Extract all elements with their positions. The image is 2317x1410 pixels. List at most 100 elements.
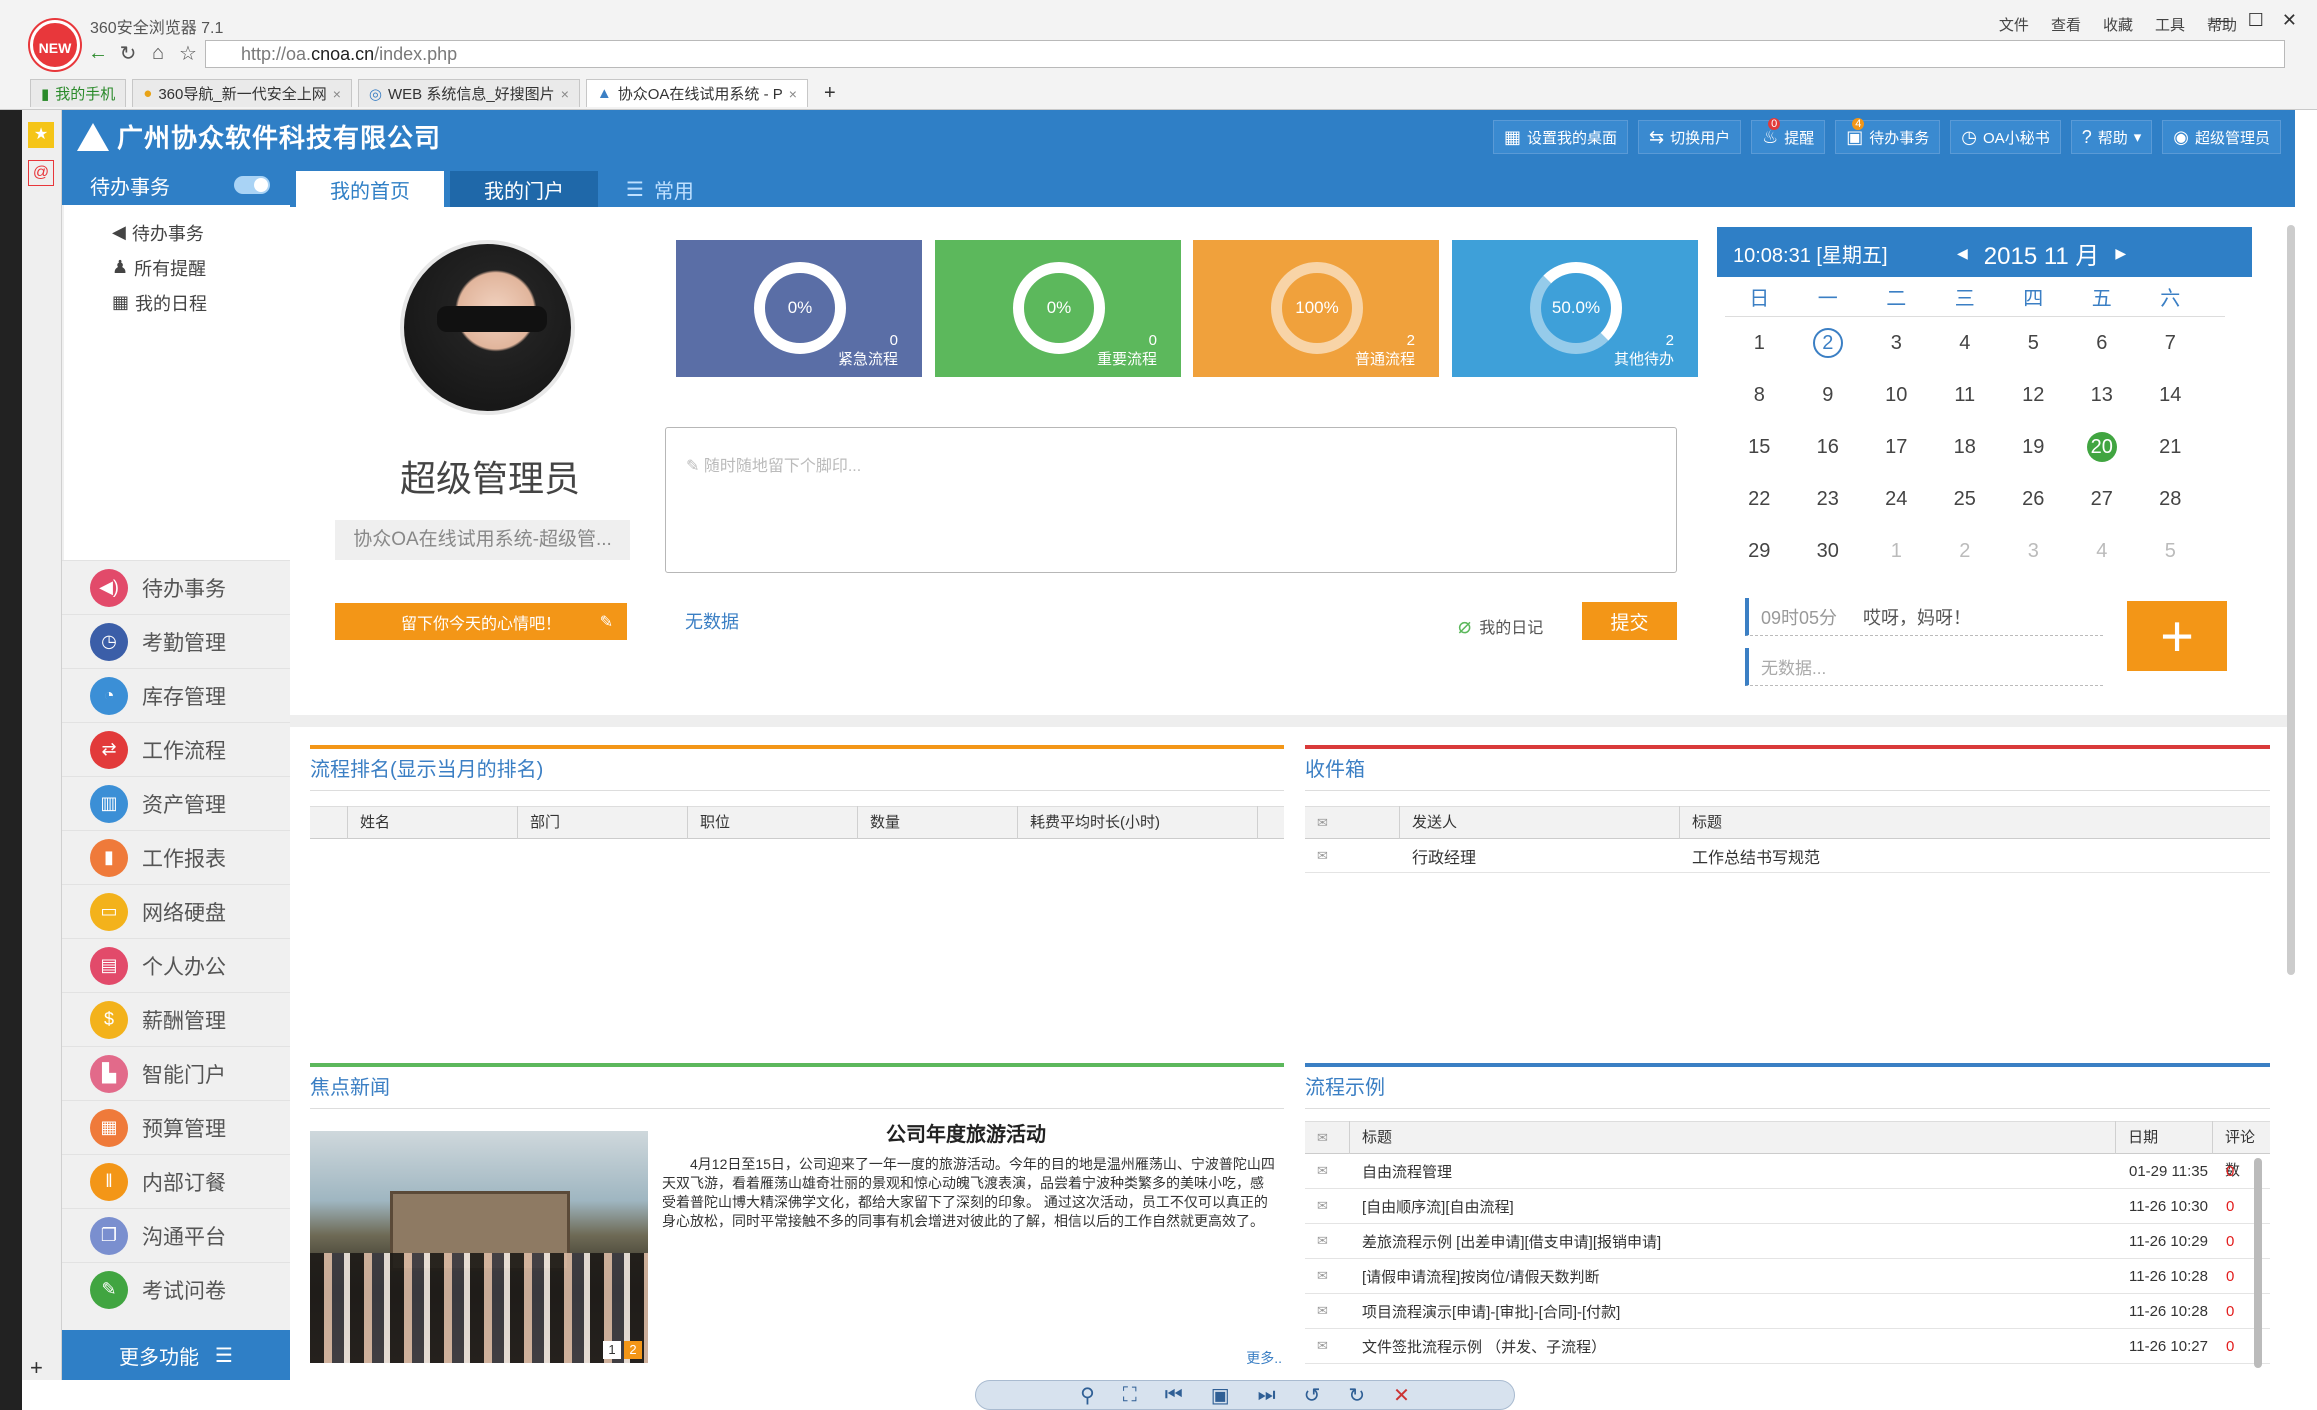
last-page-icon[interactable]: ⏭ <box>1258 1384 1276 1407</box>
sidebar-item[interactable]: ▤ 个人办公 <box>62 938 290 992</box>
menu-favorites[interactable]: 收藏 <box>2103 14 2133 35</box>
minimize-icon[interactable]: — <box>2212 10 2230 31</box>
calendar-day[interactable]: 13 <box>2068 380 2137 410</box>
calendar-day[interactable]: 16 <box>1794 432 1863 462</box>
calendar-day[interactable]: 14 <box>2136 380 2205 410</box>
calendar-day[interactable]: 4 <box>2068 536 2137 566</box>
flow-title[interactable]: 文件签批流程示例 （并发、子流程） <box>1350 1336 2117 1357</box>
sidebar-toggle[interactable] <box>234 176 270 194</box>
back-icon[interactable]: ← <box>85 40 111 66</box>
calendar-day[interactable]: 25 <box>1931 484 2000 514</box>
maximize-icon[interactable]: ☐ <box>2248 10 2264 31</box>
stat-tile[interactable]: 50.0% 2 其他待办 <box>1452 240 1698 377</box>
calendar-day[interactable]: 7 <box>2136 328 2205 358</box>
calendar-day[interactable]: 30 <box>1794 536 1863 566</box>
news-more-link[interactable]: 更多.. <box>1246 1348 1282 1368</box>
table-row[interactable]: ✉ 行政经理 工作总结书写规范 <box>1305 839 2270 873</box>
calendar-day[interactable]: 11 <box>1931 380 2000 410</box>
add-memo-button[interactable]: + <box>2127 601 2227 671</box>
calendar-day[interactable]: 27 <box>2068 484 2137 514</box>
close-icon[interactable]: ✕ <box>1393 1383 1410 1408</box>
sidebar-item[interactable]: $ 薪酬管理 <box>62 992 290 1046</box>
menu-file[interactable]: 文件 <box>1999 14 2029 35</box>
my-diary-link[interactable]: ⌀ 我的日记 <box>1458 613 1543 639</box>
tab-common[interactable]: ☰ 常用 <box>598 171 728 207</box>
browser-tab-phone[interactable]: ▮ 我的手机 <box>30 79 127 107</box>
calendar-day[interactable]: 10 <box>1862 380 1931 410</box>
col-duration[interactable]: 耗费平均时长(小时) <box>1018 806 1258 839</box>
calendar-day[interactable]: 22 <box>1725 484 1794 514</box>
calendar-day[interactable]: 18 <box>1931 432 2000 462</box>
col-sender[interactable]: 发送人 <box>1400 806 1680 839</box>
browser-tab-web[interactable]: ◎ WEB 系统信息_好搜图片 × <box>357 79 580 107</box>
sidebar-item[interactable]: ❐ 沟通平台 <box>62 1208 290 1262</box>
calendar-day[interactable]: 15 <box>1725 432 1794 462</box>
calendar-day[interactable]: 12 <box>1999 380 2068 410</box>
menu-view[interactable]: 查看 <box>2051 14 2081 35</box>
flow-title[interactable]: [自由顺序流][自由流程] <box>1350 1196 2117 1217</box>
set-desktop-button[interactable]: ▦ 设置我的桌面 <box>1492 120 1628 154</box>
rotate-left-icon[interactable]: ↺ <box>1304 1383 1321 1408</box>
sidebar-item[interactable]: ◷ 考勤管理 <box>62 614 290 668</box>
calendar-day[interactable]: 3 <box>1862 328 1931 358</box>
close-tab-icon[interactable]: × <box>561 86 569 102</box>
calendar-day[interactable]: 19 <box>1999 432 2068 462</box>
tab-portal[interactable]: 我的门户 <box>450 171 598 207</box>
oa-secretary-button[interactable]: ◷ OA小秘书 <box>1950 120 2061 154</box>
sidebar-item[interactable]: ◔ 库存管理 <box>62 668 290 722</box>
calendar-day[interactable]: 4 <box>1931 328 2000 358</box>
sidebar-item[interactable]: ⇄ 工作流程 <box>62 722 290 776</box>
subitem-todo[interactable]: ◀ 待办事务 <box>64 215 290 250</box>
inbox-subject[interactable]: 工作总结书写规范 <box>1680 844 1820 868</box>
col-position[interactable]: 职位 <box>688 806 858 839</box>
news-photo[interactable]: 1 2 <box>310 1131 648 1363</box>
pager-2[interactable]: 2 <box>624 1341 642 1359</box>
table-row[interactable]: ✉ 差旅流程示例 [出差申请][借支申请][报销申请] 11-26 10:29 0 <box>1305 1224 2270 1259</box>
memo-item[interactable]: 09时05分 哎呀，妈呀！ <box>1745 598 2103 636</box>
sidebar-item[interactable]: ▭ 网络硬盘 <box>62 884 290 938</box>
calendar-day[interactable]: 5 <box>2136 536 2205 566</box>
url-bar[interactable]: http://oa.cnoa.cn/index.php <box>205 40 2285 68</box>
col-date[interactable]: 日期 <box>2116 1121 2214 1154</box>
close-icon[interactable]: ✕ <box>2282 10 2297 31</box>
sidebar-item[interactable]: ▦ 预算管理 <box>62 1100 290 1154</box>
note-input[interactable]: ✎ 随时随地留下个脚印... <box>665 427 1677 573</box>
col-comments[interactable]: 评论数 <box>2213 1121 2270 1179</box>
tab-home[interactable]: 我的首页 <box>296 171 444 207</box>
calendar-day[interactable]: 3 <box>1999 536 2068 566</box>
flow-title[interactable]: 项目流程演示[申请]-[审批]-[合同]-[付款] <box>1350 1301 2117 1322</box>
more-functions-button[interactable]: 更多功能 ☰ <box>62 1330 290 1380</box>
calendar-day[interactable]: 29 <box>1725 536 1794 566</box>
sidebar-item[interactable]: ✎ 考试问卷 <box>62 1262 290 1316</box>
table-row[interactable]: ✉ [请假申请流程]按岗位/请假天数判断 11-26 10:28 0 <box>1305 1259 2270 1294</box>
mood-button[interactable]: 留下你今天的心情吧！ ✎ <box>335 603 627 640</box>
table-row[interactable]: ✉ 项目流程演示[申请]-[审批]-[合同]-[付款] 11-26 10:28 0 <box>1305 1294 2270 1329</box>
sidebar-item[interactable]: ▙ 智能门户 <box>62 1046 290 1100</box>
calendar-day[interactable]: 17 <box>1862 432 1931 462</box>
stat-tile[interactable]: 100% 2 普通流程 <box>1193 240 1439 377</box>
calendar-day[interactable]: 28 <box>2136 484 2205 514</box>
company-brand[interactable]: 广州协众软件科技有限公司 <box>77 118 441 155</box>
calendar-day[interactable]: 2 <box>1794 328 1863 358</box>
new-tab-button[interactable]: + <box>814 79 846 107</box>
flow-title[interactable]: 差旅流程示例 [出差申请][借支申请][报销申请] <box>1350 1231 2117 1252</box>
switch-user-button[interactable]: ⇆ 切换用户 <box>1638 120 1742 154</box>
admin-user-button[interactable]: ◉ 超级管理员 <box>2162 120 2281 154</box>
reminder-button[interactable]: 0 ♨ 提醒 <box>1751 118 1826 154</box>
calendar-day[interactable]: 24 <box>1862 484 1931 514</box>
calendar-day[interactable]: 1 <box>1725 328 1794 358</box>
page-scrollbar[interactable] <box>2287 225 2295 975</box>
home-icon[interactable]: ⌂ <box>145 40 171 66</box>
calendar-day[interactable]: 26 <box>1999 484 2068 514</box>
avatar[interactable] <box>400 240 575 415</box>
todo-button[interactable]: 4 ▣ 待办事务 <box>1835 118 1941 154</box>
close-tab-icon[interactable]: × <box>789 86 797 102</box>
mail-icon[interactable]: @ <box>28 160 54 186</box>
calendar-day[interactable]: 23 <box>1794 484 1863 514</box>
sidebar-item[interactable]: ▮ 工作报表 <box>62 830 290 884</box>
calendar-day[interactable]: 6 <box>2068 328 2137 358</box>
star-icon[interactable]: ☆ <box>175 40 201 66</box>
prev-month-icon[interactable]: ◀ <box>1957 245 1968 262</box>
calendar-day[interactable]: 2 <box>1931 536 2000 566</box>
calendar-day[interactable]: 21 <box>2136 432 2205 462</box>
